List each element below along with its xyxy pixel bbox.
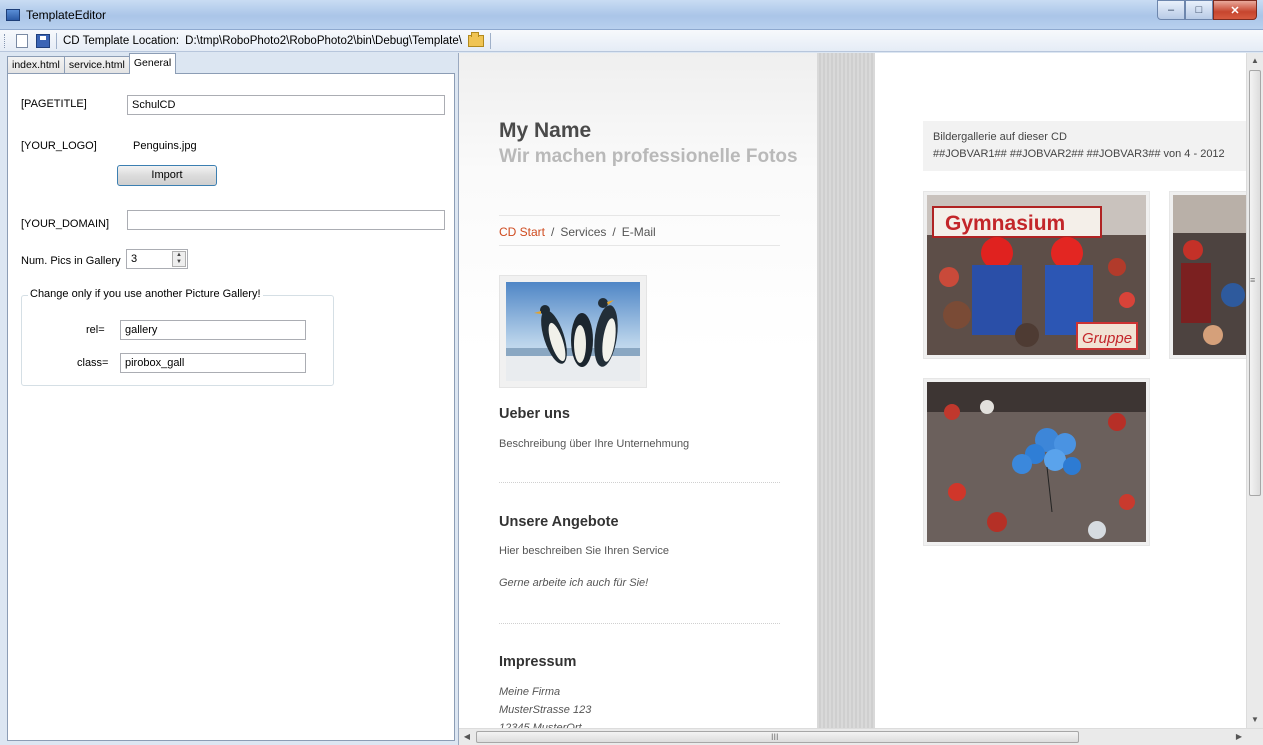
impressum-line: MusterStrasse 123 bbox=[499, 704, 592, 716]
gallery-photo[interactable]: Gymnasium Gruppe bbox=[923, 191, 1150, 359]
gallery-jobvars: ##JOBVAR1## ##JOBVAR2## ##JOBVAR3## von … bbox=[933, 148, 1225, 160]
logo-label: [YOUR_LOGO] bbox=[21, 140, 97, 152]
app-icon bbox=[6, 9, 20, 21]
site-tagline: Wir machen professionelle Fotos bbox=[499, 146, 798, 167]
toolbar-separator bbox=[56, 32, 57, 49]
nav-separator: / bbox=[612, 225, 616, 239]
close-button[interactable]: ✕ bbox=[1213, 0, 1257, 20]
rel-input[interactable]: gallery bbox=[120, 320, 306, 340]
title-bar: TemplateEditor – □ ✕ bbox=[0, 0, 1263, 30]
impressum-line: Meine Firma bbox=[499, 686, 561, 698]
photo-sign-text: Gymnasium bbox=[945, 212, 1065, 235]
penguins-image bbox=[506, 282, 640, 381]
save-icon[interactable] bbox=[36, 33, 50, 48]
nav-link-email[interactable]: E-Mail bbox=[622, 225, 656, 239]
impressum-title: Impressum bbox=[499, 654, 577, 670]
numpics-value: 3 bbox=[131, 253, 138, 265]
gallery-groupbox: Change only if you use another Picture G… bbox=[21, 288, 334, 386]
preview-right-column: Bildergallerie auf dieser CD ##JOBVAR1##… bbox=[875, 53, 1253, 728]
section-divider bbox=[499, 482, 780, 483]
logo-filename: Penguins.jpg bbox=[133, 140, 197, 152]
site-nav: CD Start / Services / E-Mail bbox=[499, 225, 656, 239]
toolbar-grip bbox=[4, 33, 7, 48]
pagetitle-input[interactable]: SchulCD bbox=[127, 95, 445, 115]
gallery-info-box: Bildergallerie auf dieser CD ##JOBVAR1##… bbox=[923, 121, 1253, 171]
carnival-photo-1: Gymnasium Gruppe bbox=[927, 195, 1146, 355]
rel-label: rel= bbox=[86, 324, 105, 336]
vertical-scrollbar[interactable]: ▲ ≡ ▼ bbox=[1246, 53, 1263, 728]
template-location-label: CD Template Location: bbox=[63, 34, 180, 47]
domain-label: [YOUR_DOMAIN] bbox=[21, 218, 110, 230]
preview-left-column: My Name Wir machen professionelle Fotos … bbox=[459, 53, 817, 734]
thumb-grip-icon: ≡ bbox=[1250, 275, 1256, 285]
nav-link-services[interactable]: Services bbox=[560, 225, 606, 239]
scroll-right-icon[interactable]: ▶ bbox=[1231, 729, 1247, 745]
new-file-icon[interactable] bbox=[16, 33, 28, 48]
minimize-button[interactable]: – bbox=[1157, 0, 1185, 20]
stepper-up-icon[interactable]: ▲ bbox=[173, 252, 185, 259]
numpics-label: Num. Pics in Gallery bbox=[21, 255, 121, 267]
maximize-button[interactable]: □ bbox=[1185, 0, 1213, 20]
window-controls: – □ ✕ bbox=[1157, 0, 1257, 20]
offers-title: Unsere Angebote bbox=[499, 514, 619, 530]
numpics-stepper[interactable]: 3 ▲ ▼ bbox=[126, 249, 188, 269]
open-folder-icon[interactable] bbox=[467, 31, 484, 47]
class-label: class= bbox=[77, 357, 109, 369]
stepper-buttons[interactable]: ▲ ▼ bbox=[172, 251, 186, 267]
thumb-grip-icon: III bbox=[771, 732, 779, 742]
class-input[interactable]: pirobox_gall bbox=[120, 353, 306, 373]
tab-strip: index.html service.html General bbox=[7, 53, 177, 74]
gallery-photo[interactable] bbox=[923, 378, 1150, 546]
site-name: My Name bbox=[499, 119, 592, 142]
scroll-down-icon[interactable]: ▼ bbox=[1247, 712, 1263, 728]
nav-link-cd-start[interactable]: CD Start bbox=[499, 225, 545, 239]
import-button[interactable]: Import bbox=[117, 165, 217, 186]
toolbar-separator bbox=[489, 32, 491, 49]
tab-index-html[interactable]: index.html bbox=[7, 56, 65, 74]
tab-general[interactable]: General bbox=[128, 53, 177, 74]
about-text: Beschreibung über Ihre Unternehmung bbox=[499, 438, 690, 450]
window-title: TemplateEditor bbox=[26, 8, 107, 22]
toolbar: CD Template Location: D:\tmp\RoboPhoto2\… bbox=[0, 30, 1263, 52]
gallery-photo[interactable] bbox=[1169, 191, 1249, 359]
carnival-photo-3 bbox=[927, 382, 1146, 542]
settings-panel: index.html service.html General [PAGETIT… bbox=[7, 53, 455, 741]
pagetitle-label: [PAGETITLE] bbox=[21, 98, 87, 110]
domain-input[interactable] bbox=[127, 210, 445, 230]
photo-sign-text-2: Gruppe bbox=[1082, 330, 1132, 347]
tab-service-html[interactable]: service.html bbox=[63, 56, 130, 74]
about-title: Ueber uns bbox=[499, 406, 570, 422]
general-tab-body: [PAGETITLE] SchulCD [YOUR_LOGO] Penguins… bbox=[7, 73, 455, 741]
offers-text: Hier beschreiben Sie Ihren Service bbox=[499, 545, 669, 557]
nav-top-divider bbox=[499, 215, 780, 216]
section-divider bbox=[499, 623, 780, 624]
template-preview: My Name Wir machen professionelle Fotos … bbox=[458, 53, 1263, 745]
stepper-down-icon[interactable]: ▼ bbox=[173, 259, 185, 266]
horizontal-scrollbar[interactable]: ◀ III ▶ bbox=[459, 728, 1263, 745]
nav-separator: / bbox=[551, 225, 555, 239]
offers-italic-text: Gerne arbeite ich auch für Sie! bbox=[499, 577, 649, 589]
carnival-photo-2 bbox=[1173, 195, 1249, 355]
scroll-left-icon[interactable]: ◀ bbox=[459, 729, 475, 745]
template-location-path: D:\tmp\RoboPhoto2\RoboPhoto2\bin\Debug\T… bbox=[185, 34, 462, 47]
preview-divider-band bbox=[817, 53, 875, 728]
scroll-up-icon[interactable]: ▲ bbox=[1247, 53, 1263, 69]
nav-bottom-divider bbox=[499, 245, 780, 246]
gallery-heading: Bildergallerie auf dieser CD bbox=[933, 131, 1067, 143]
groupbox-title: Change only if you use another Picture G… bbox=[28, 288, 263, 300]
logo-image bbox=[499, 275, 647, 388]
